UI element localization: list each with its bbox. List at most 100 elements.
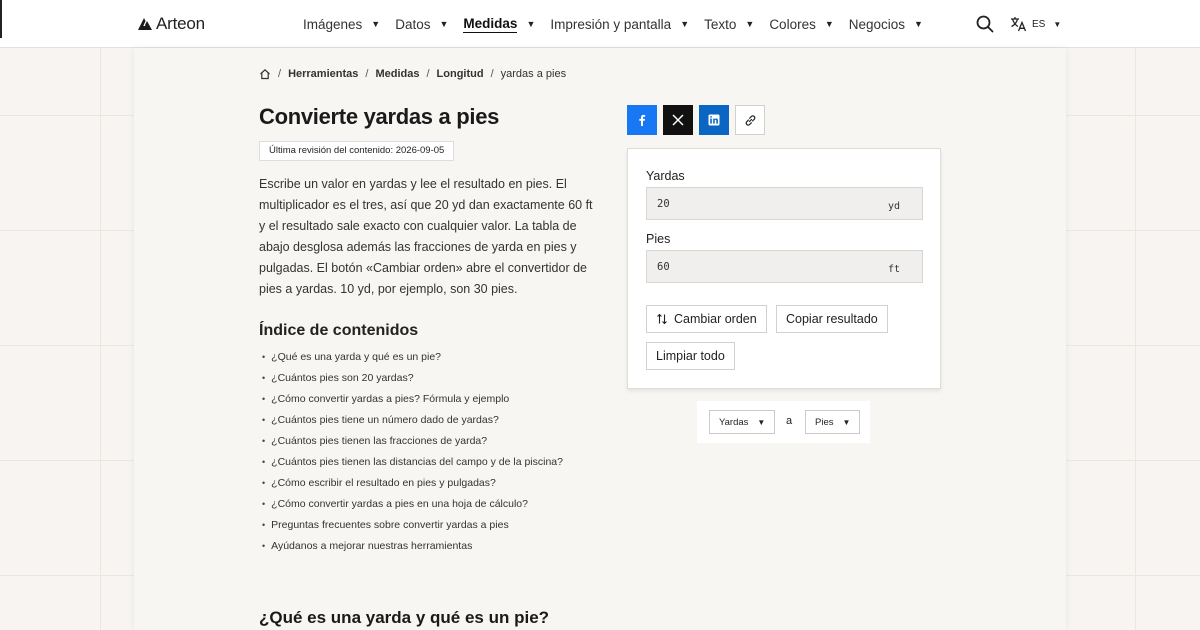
nav-item-imagenes[interactable]: Imágenes ▼ xyxy=(303,0,380,48)
toc-item: ¿Cuántos pies son 20 yardas? xyxy=(262,370,563,391)
copy-link-button[interactable] xyxy=(735,105,765,135)
language-selector[interactable]: ES ▼ xyxy=(1010,16,1061,32)
caret-down-icon: ▼ xyxy=(680,19,690,29)
nav-item-impresion[interactable]: Impresión y pantalla ▼ xyxy=(550,0,689,48)
nav-item-label: Impresión y pantalla xyxy=(550,16,672,32)
clear-all-button[interactable]: Limpiar todo xyxy=(646,342,735,370)
link-icon xyxy=(745,114,755,126)
share-buttons xyxy=(627,105,765,135)
to-unit-value: Pies xyxy=(815,416,834,428)
nav-item-label: Texto xyxy=(704,16,737,32)
facebook-icon xyxy=(639,114,646,126)
toc-item: ¿Cómo convertir yardas a pies en una hoj… xyxy=(262,496,563,517)
breadcrumb-link[interactable]: Medidas xyxy=(375,68,419,80)
search-button[interactable] xyxy=(976,15,994,38)
toc-item: ¿Cómo escribir el resultado en pies y pu… xyxy=(262,475,563,496)
feet-unit: ft xyxy=(887,264,900,275)
caret-down-icon: ▼ xyxy=(439,19,449,29)
caret-down-icon: ▼ xyxy=(824,19,834,29)
brand-mark-icon xyxy=(138,18,152,30)
from-unit-value: Yardas xyxy=(719,416,749,428)
nav-item-label: Negocios xyxy=(848,16,906,32)
feet-input-value: 60 xyxy=(657,261,670,273)
nav-item-label: Datos xyxy=(395,16,431,32)
toc-link[interactable]: ¿Cuántos pies tienen las fracciones de y… xyxy=(271,433,487,454)
toc-list: ¿Qué es una yarda y qué es un pie? ¿Cuán… xyxy=(262,349,563,559)
toc-link[interactable]: ¿Cuántos pies tienen las distancias del … xyxy=(271,454,563,475)
breadcrumb: / Herramientas / Medidas / Longitud / ya… xyxy=(259,68,566,80)
main-content: / Herramientas / Medidas / Longitud / ya… xyxy=(134,48,1066,630)
toc-item: ¿Cómo convertir yardas a pies? Fórmula y… xyxy=(262,391,563,412)
from-field-label: Yardas xyxy=(646,169,685,183)
breadcrumb-link[interactable]: Longitud xyxy=(437,68,484,80)
toc-item: ¿Cuántos pies tienen las fracciones de y… xyxy=(262,433,563,454)
toc-title: Índice de contenidos xyxy=(259,322,419,339)
revision-badge: Última revisión del contenido: 2026-09-0… xyxy=(259,141,455,161)
brand-name: Arteon xyxy=(156,14,205,33)
main-nav: Imágenes ▼ Datos ▼ Medidas ▼ Impresión y… xyxy=(303,0,938,48)
toc-link[interactable]: Preguntas frecuentes sobre convertir yar… xyxy=(271,517,509,538)
x-icon xyxy=(672,114,684,126)
toc-item: ¿Cuántos pies tiene un número dado de ya… xyxy=(262,412,563,433)
intro-paragraph: Escribe un valor en yardas y lee el resu… xyxy=(259,177,593,296)
breadcrumb-separator: / xyxy=(490,68,494,80)
share-x-button[interactable] xyxy=(663,105,693,135)
nav-item-colores[interactable]: Colores ▼ xyxy=(769,0,833,48)
nav-item-negocios[interactable]: Negocios ▼ xyxy=(849,0,923,48)
nav-item-texto[interactable]: Texto ▼ xyxy=(704,0,754,48)
breadcrumb-separator: / xyxy=(426,68,430,80)
nav-item-label: Colores xyxy=(769,16,816,32)
copy-result-label: Copiar resultado xyxy=(786,312,878,326)
yards-unit: yd xyxy=(887,201,900,212)
toc-link[interactable]: ¿Qué es una yarda y qué es un pie? xyxy=(271,349,441,370)
brand-logo[interactable]: Arteon xyxy=(137,14,205,34)
caret-down-icon: ▼ xyxy=(371,19,381,29)
swap-order-label: Cambiar orden xyxy=(674,312,757,326)
unit-switcher: Yardas ▼ a Pies ▼ xyxy=(697,401,870,443)
toc-item: ¿Qué es una yarda y qué es un pie? xyxy=(262,349,563,370)
page-title: Convierte yardas a pies xyxy=(259,104,500,129)
toc-link[interactable]: ¿Cuántos pies tiene un número dado de ya… xyxy=(271,412,499,433)
toc-item: Preguntas frecuentes sobre convertir yar… xyxy=(262,517,563,538)
caret-down-icon: ▼ xyxy=(526,19,536,29)
toc-link[interactable]: Ayúdanos a mejorar nuestras herramientas xyxy=(271,538,472,559)
toc-link[interactable]: ¿Cuántos pies son 20 yardas? xyxy=(271,370,413,391)
language-code: ES xyxy=(1032,18,1046,30)
copy-result-button[interactable]: Copiar resultado xyxy=(776,305,888,333)
nav-item-medidas[interactable]: Medidas ▼ xyxy=(463,0,535,48)
caret-down-icon: ▼ xyxy=(745,19,755,29)
top-navigation-bar: Arteon Imágenes ▼ Datos ▼ Medidas ▼ Impr… xyxy=(0,0,1200,48)
converter-card: Yardas 20 yd Pies 60 ft Cambiar orden Co… xyxy=(627,148,941,389)
caret-down-icon: ▼ xyxy=(757,417,766,427)
share-linkedin-button[interactable] xyxy=(699,105,729,135)
breadcrumb-separator: / xyxy=(365,68,369,80)
caret-down-icon: ▼ xyxy=(914,19,923,29)
yards-input-value: 20 xyxy=(657,198,670,210)
caret-down-icon: ▼ xyxy=(842,417,851,427)
to-field-label: Pies xyxy=(646,232,671,246)
swap-order-button[interactable]: Cambiar orden xyxy=(646,305,767,333)
toc-link[interactable]: ¿Cómo convertir yardas a pies? Fórmula y… xyxy=(271,391,509,412)
caret-down-icon: ▼ xyxy=(1053,19,1062,29)
nav-item-label: Medidas xyxy=(463,15,518,33)
clear-all-label: Limpiar todo xyxy=(656,349,725,363)
share-facebook-button[interactable] xyxy=(627,105,657,135)
toc-link[interactable]: ¿Cómo convertir yardas a pies en una hoj… xyxy=(271,496,528,517)
toc-item: ¿Cuántos pies tienen las distancias del … xyxy=(262,454,563,475)
yards-input[interactable]: 20 yd xyxy=(646,187,923,220)
section-title: ¿Qué es una yarda y qué es un pie? xyxy=(259,608,550,627)
linkedin-icon xyxy=(708,114,720,126)
unit-connector: a xyxy=(786,415,793,427)
feet-input[interactable]: 60 ft xyxy=(646,250,923,283)
nav-item-label: Imágenes xyxy=(303,16,363,32)
translate-icon xyxy=(1011,17,1027,32)
toc-link[interactable]: ¿Cómo escribir el resultado en pies y pu… xyxy=(271,475,496,496)
breadcrumb-link[interactable]: Herramientas xyxy=(288,68,358,80)
home-icon[interactable] xyxy=(259,68,271,80)
window-edge xyxy=(0,0,2,38)
to-unit-select[interactable]: Pies ▼ xyxy=(805,410,861,434)
swap-arrows-icon xyxy=(657,313,667,325)
toc-item: Ayúdanos a mejorar nuestras herramientas xyxy=(262,538,563,559)
from-unit-select[interactable]: Yardas ▼ xyxy=(709,410,776,434)
nav-item-datos[interactable]: Datos ▼ xyxy=(395,0,448,48)
